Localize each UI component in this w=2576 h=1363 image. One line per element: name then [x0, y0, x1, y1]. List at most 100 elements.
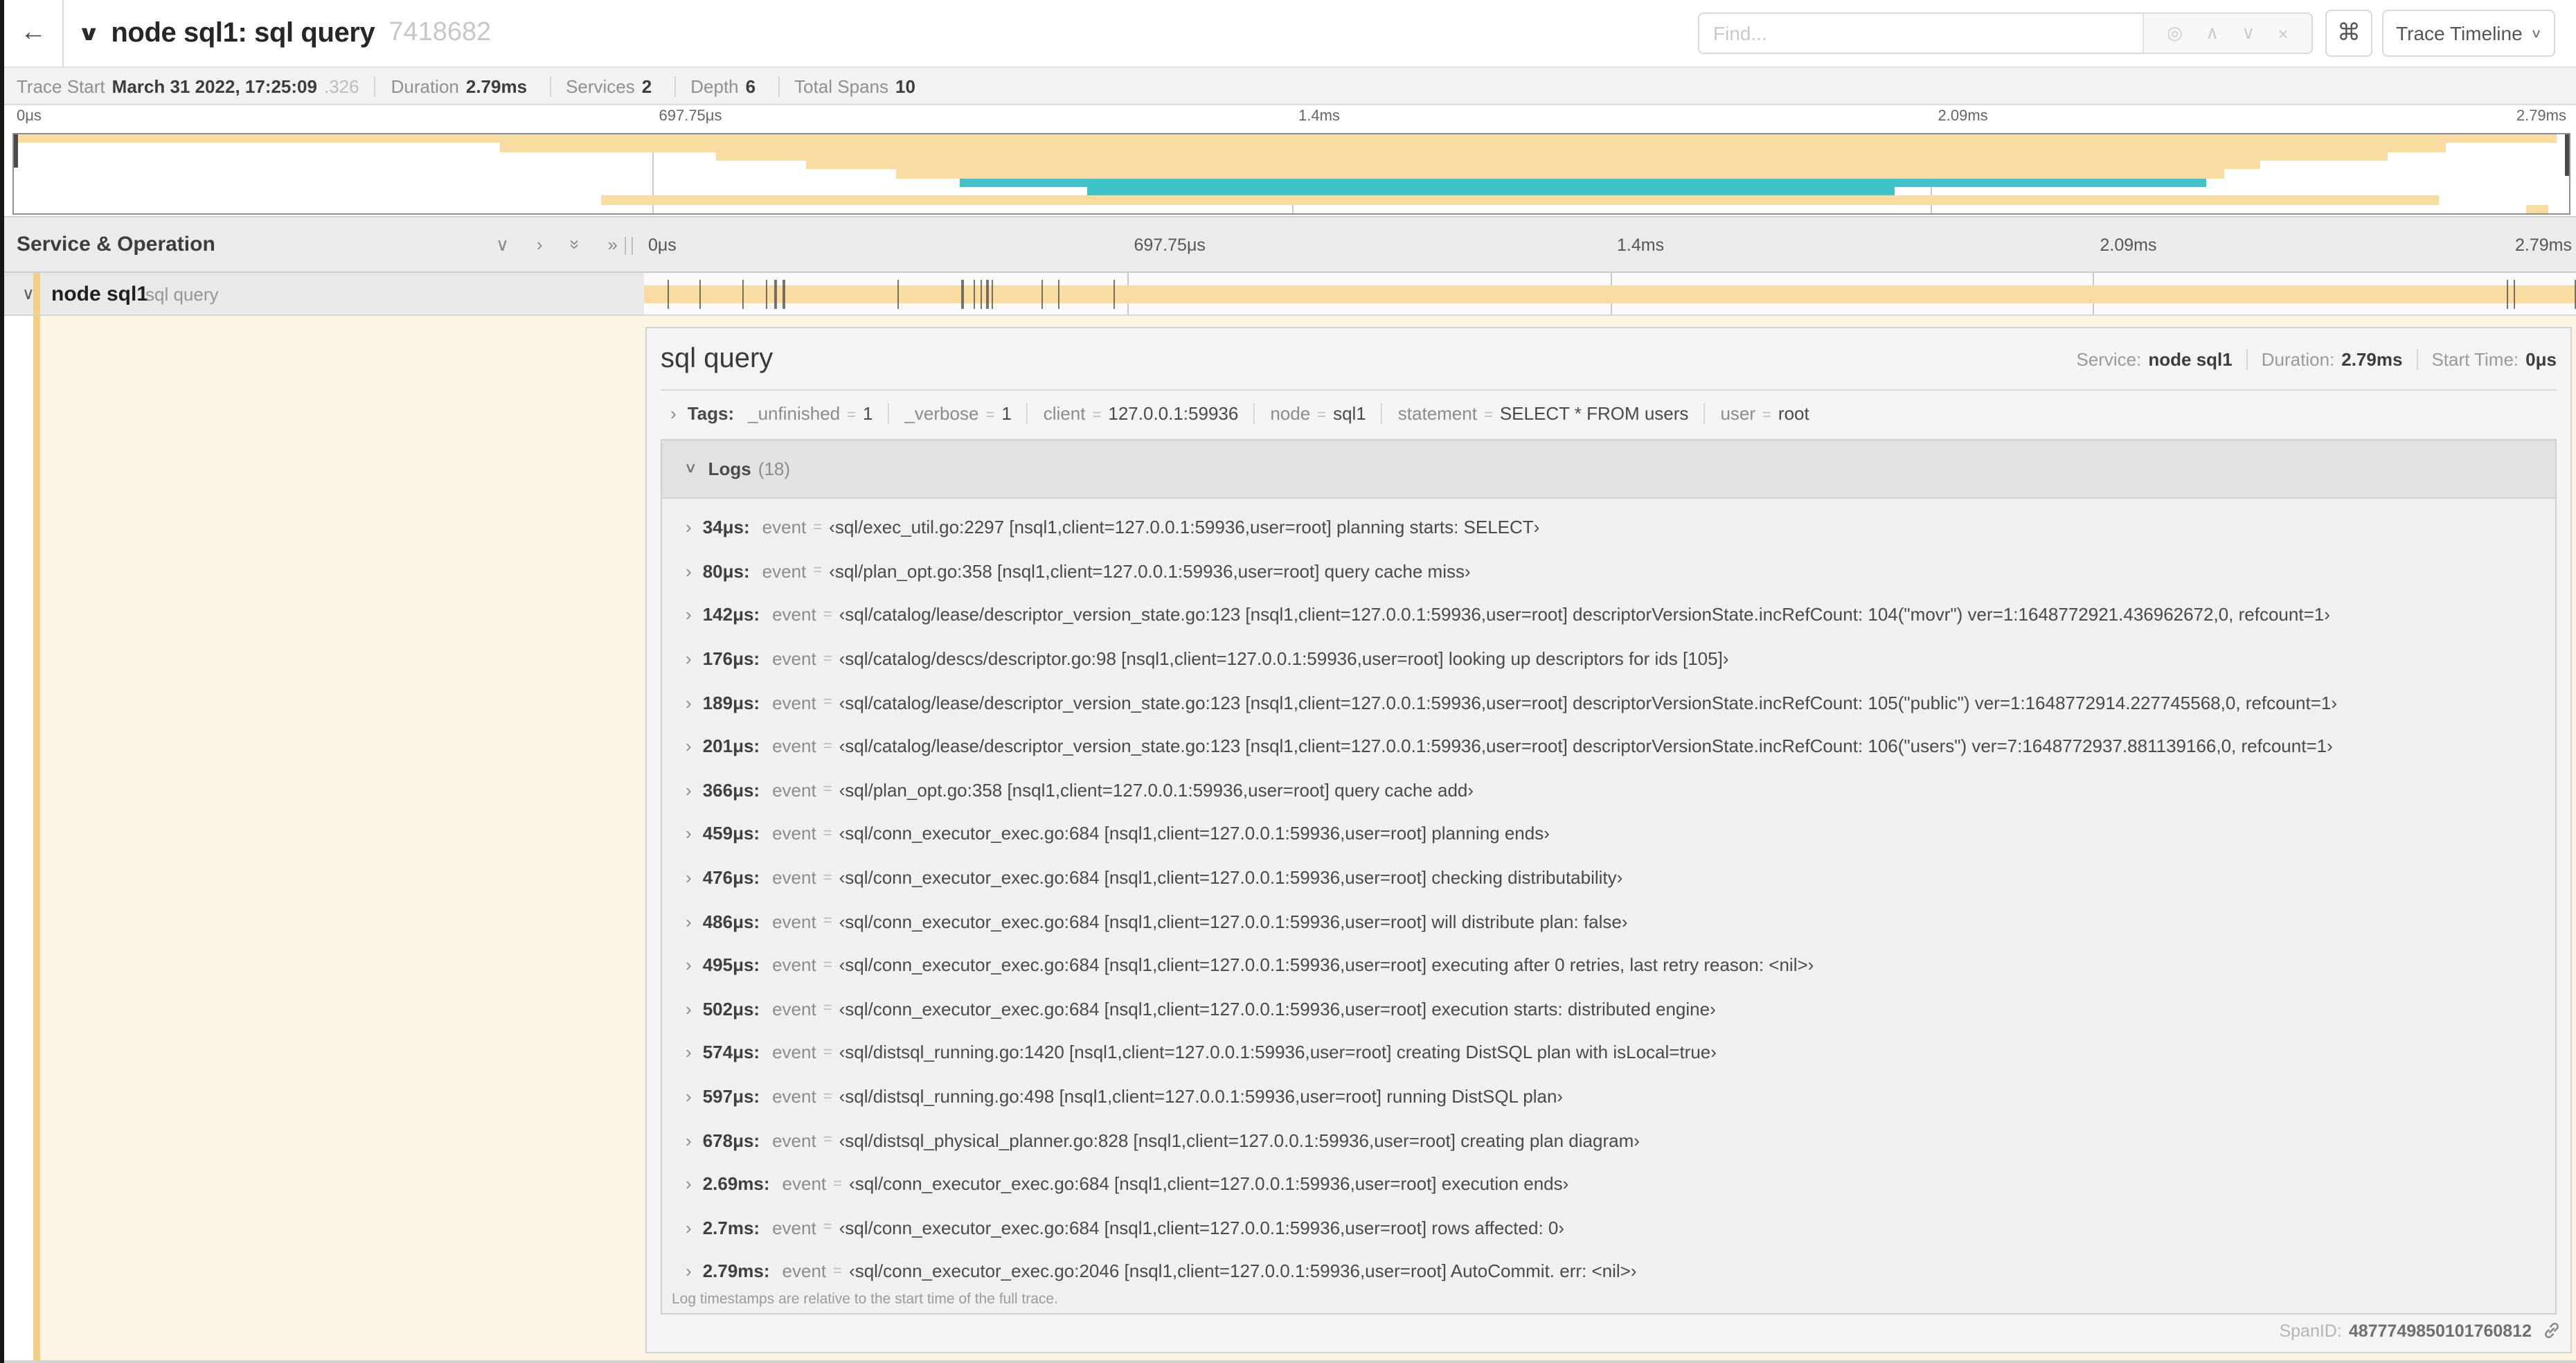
- trace-summary-item: Depth 6: [674, 75, 762, 96]
- equals-sign: =: [823, 1000, 832, 1017]
- summary-label: Total Spans: [794, 75, 888, 96]
- summary-label: Service:: [2076, 348, 2142, 369]
- tags-toggle-row[interactable]: › Tags: _unfinished = 1 _verbose = 1 cli…: [647, 391, 2570, 436]
- keyboard-shortcuts-button[interactable]: ⌘: [2325, 10, 2372, 57]
- tag-item: _verbose = 1: [888, 403, 1012, 424]
- window-bottom-edge: [4, 1360, 2576, 1363]
- summary-label: Trace Start: [17, 75, 105, 96]
- chevron-right-icon: ›: [686, 736, 692, 757]
- trace-summary-item: Total Spans 10: [778, 75, 922, 96]
- chevron-right-icon: ›: [686, 998, 692, 1019]
- log-entry-row[interactable]: › 80μs: event = ‹sql/plan_opt.go:358 [ns…: [662, 549, 2555, 593]
- span-duration-bar[interactable]: [644, 285, 2576, 303]
- chevron-right-icon: ›: [670, 403, 677, 424]
- expand-all-icon[interactable]: »: [608, 234, 618, 255]
- minimap-span-bar: [14, 134, 2557, 143]
- log-entry-row[interactable]: › 142μs: event = ‹sql/catalog/lease/desc…: [662, 593, 2555, 636]
- log-tick-mark: [2507, 280, 2509, 309]
- tag-value: 127.0.0.1:59936: [1108, 403, 1239, 424]
- log-tick-mark: [742, 280, 744, 309]
- summary-value: node sql1: [2148, 348, 2233, 369]
- log-tick-mark: [961, 280, 964, 309]
- minimap-right-drag-handle[interactable]: [2565, 134, 2569, 176]
- log-entry-row[interactable]: › 366μs: event = ‹sql/plan_opt.go:358 [n…: [662, 768, 2555, 812]
- chevron-right-icon: ›: [686, 1042, 692, 1063]
- equals-sign: =: [1762, 407, 1771, 424]
- trace-collapse-icon[interactable]: ∨: [78, 21, 100, 46]
- tag-key: _verbose: [904, 403, 979, 424]
- summary-label: Start Time:: [2431, 348, 2519, 369]
- equals-sign: =: [823, 825, 832, 842]
- expand-one-icon[interactable]: ›: [537, 234, 543, 255]
- log-entry-row[interactable]: › 2.69ms: event = ‹sql/conn_executor_exe…: [662, 1162, 2555, 1206]
- find-buttons: ◎ ∧ ∨ ×: [2143, 14, 2311, 53]
- log-entry-row[interactable]: › 502μs: event = ‹sql/conn_executor_exec…: [662, 987, 2555, 1031]
- minimap-left-drag-handle[interactable]: [14, 134, 18, 168]
- chevron-right-icon: ›: [686, 648, 692, 670]
- span-expander-icon[interactable]: ∨: [22, 284, 35, 303]
- collapse-one-icon[interactable]: ∨: [496, 233, 509, 256]
- tag-value: 1: [1001, 403, 1012, 424]
- log-entry-row[interactable]: › 34μs: event = ‹sql/exec_util.go:2297 […: [662, 506, 2555, 549]
- locate-icon[interactable]: ◎: [2167, 22, 2183, 44]
- view-selector-button[interactable]: Trace Timeline ∨: [2382, 10, 2555, 57]
- collapse-all-icon[interactable]: »: [565, 240, 586, 249]
- find-input[interactable]: [1699, 14, 2143, 53]
- log-field-value: ‹sql/conn_executor_exec.go:2046 [nsql1,c…: [849, 1260, 1637, 1282]
- log-entry-row[interactable]: › 495μs: event = ‹sql/conn_executor_exec…: [662, 943, 2555, 987]
- span-detail-region: sql query Service: node sql1 Duration: 2…: [4, 316, 2576, 1363]
- page-header: ← ∨ node sql1: sql query 7418682 ◎ ∧ ∨ ×…: [4, 0, 2576, 66]
- back-button[interactable]: ←: [4, 0, 64, 66]
- prev-match-icon[interactable]: ∧: [2206, 22, 2219, 44]
- timeline-tick-label: 1.4ms: [1298, 108, 1340, 125]
- log-field-value: ‹sql/conn_executor_exec.go:684 [nsql1,cl…: [839, 911, 1628, 932]
- log-timestamp: 476μs:: [702, 867, 760, 889]
- log-field-value: ‹sql/catalog/descs/descriptor.go:98 [nsq…: [839, 648, 1729, 670]
- log-entry-row[interactable]: › 459μs: event = ‹sql/conn_executor_exec…: [662, 812, 2555, 855]
- log-entry-row[interactable]: › 2.79ms: event = ‹sql/conn_executor_exe…: [662, 1249, 2555, 1293]
- log-field-value: ‹sql/conn_executor_exec.go:684 [nsql1,cl…: [839, 954, 1814, 976]
- timeline-tick-label: 1.4ms: [1617, 235, 1665, 255]
- minimap-canvas[interactable]: [12, 133, 2570, 215]
- log-entry-row[interactable]: › 2.7ms: event = ‹sql/conn_executor_exec…: [662, 1206, 2555, 1249]
- equals-sign: =: [823, 694, 832, 711]
- span-timeline-cell: [644, 273, 2576, 316]
- chevron-down-icon: ∨: [2530, 26, 2543, 39]
- log-entry-row[interactable]: › 486μs: event = ‹sql/conn_executor_exec…: [662, 900, 2555, 943]
- equals-sign: =: [833, 1175, 843, 1193]
- log-entry-row[interactable]: › 189μs: event = ‹sql/catalog/lease/desc…: [662, 681, 2555, 724]
- log-timestamp: 201μs:: [702, 736, 760, 757]
- log-entry-row[interactable]: › 597μs: event = ‹sql/distsql_running.go…: [662, 1074, 2555, 1118]
- service-color-strip: [33, 273, 39, 314]
- log-entry-row[interactable]: › 476μs: event = ‹sql/conn_executor_exec…: [662, 856, 2555, 900]
- timeline-tick-label: 2.79ms: [2516, 108, 2566, 125]
- next-match-icon[interactable]: ∨: [2242, 22, 2255, 44]
- equals-sign: =: [823, 956, 832, 974]
- summary-value: 2: [641, 75, 652, 96]
- log-timestamp: 366μs:: [702, 779, 760, 801]
- chevron-right-icon: ›: [686, 604, 692, 625]
- column-resize-handle[interactable]: [625, 237, 633, 255]
- trace-minimap: 0μs 697.75μs 1.4ms 2.09ms 2.79ms: [4, 105, 2576, 216]
- clear-find-icon[interactable]: ×: [2278, 23, 2289, 44]
- tag-item: client = 127.0.0.1:59936: [1026, 403, 1239, 424]
- log-entry-row[interactable]: › 201μs: event = ‹sql/catalog/lease/desc…: [662, 724, 2555, 768]
- span-summary-item: Duration: 2.79ms: [2246, 348, 2402, 369]
- tags-list: _unfinished = 1 _verbose = 1 client = 12…: [748, 403, 1809, 424]
- log-timestamp: 502μs:: [702, 998, 760, 1019]
- log-field-value: ‹sql/plan_opt.go:358 [nsql1,client=127.0…: [829, 560, 1471, 582]
- log-field-key: event: [772, 998, 816, 1019]
- equals-sign: =: [823, 606, 832, 623]
- span-name-cell[interactable]: ∨ node sql1 sql query: [4, 273, 644, 316]
- log-field-value: ‹sql/catalog/lease/descriptor_version_st…: [839, 604, 2330, 625]
- log-entry-row[interactable]: › 176μs: event = ‹sql/catalog/descs/desc…: [662, 637, 2555, 681]
- log-entry-row[interactable]: › 678μs: event = ‹sql/distsql_physical_p…: [662, 1119, 2555, 1162]
- log-entry-row[interactable]: › 574μs: event = ‹sql/distsql_running.go…: [662, 1031, 2555, 1074]
- minimap-span-bar: [499, 143, 2447, 152]
- tag-key: user: [1720, 403, 1756, 424]
- logs-toggle-header[interactable]: ∨ Logs (18): [662, 440, 2555, 499]
- back-arrow-icon: ←: [20, 18, 46, 47]
- link-icon[interactable]: [2543, 1321, 2561, 1339]
- chevron-right-icon: ›: [686, 1086, 692, 1107]
- timeline-column-header: Service & Operation ∨ › » » 0μs 697.75μs 1…: [4, 216, 2576, 273]
